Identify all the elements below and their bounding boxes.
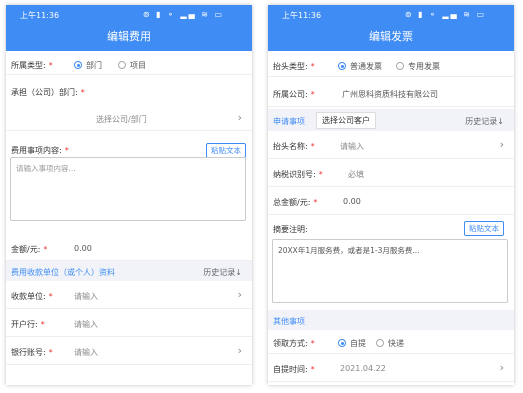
status-bar: 上午11:36 ⊚ ▮ ⚬ ▂▄ ≋ ▭ [6,5,252,23]
chevron-right-icon: › [499,138,504,151]
page-title: 编辑发票 [268,23,514,51]
status-icons: ⊚ ▮ ⚬ ▂▄ ≋ ▭ [404,10,486,19]
company-value[interactable]: 广州思科资质科技有限公司 [342,89,438,100]
company-row[interactable]: 所属公司: * 广州思科资质科技有限公司 [268,79,514,107]
account-label: 银行账号: [11,348,46,357]
radio-normal-invoice[interactable] [338,62,346,70]
dept-picker[interactable]: 选择公司/部门 › [6,107,252,131]
radio-special-invoice[interactable] [396,62,404,70]
bank-input[interactable]: 请输入 [74,319,98,330]
account-row[interactable]: 银行账号: * 请输入 › [6,337,252,365]
pickup-time-row[interactable]: 自提时间: * 2021.04.22 › [268,354,514,382]
paste-text-button[interactable]: 粘贴文本 [206,143,246,158]
header-name-row[interactable]: 抬头名称: * 请输入 › [268,131,514,159]
radio-self-pickup[interactable] [338,339,346,347]
payee-section-header: 费用收款单位（或个人）资料 历史记录↓ [6,261,252,281]
tax-id-row[interactable]: 纳税识别号: * 必填 [268,159,514,187]
bank-row[interactable]: 开户行: * 请输入 [6,309,252,337]
other-section-header: 其他事项 [268,310,514,330]
header-name-input[interactable]: 请输入 [340,141,364,152]
summary-input[interactable]: 20XX年1月服务费，或者是1-3月服务费... [272,239,508,303]
radio-dept-label[interactable]: 部门 [86,60,102,71]
total-value[interactable]: 0.00 [343,197,361,206]
pickup-time-value[interactable]: 2021.04.22 [340,364,386,373]
account-input[interactable]: 请输入 [74,347,98,358]
payee-section-title: 费用收款单位（或个人）资料 [11,268,115,277]
category-label: 所属类型: [11,61,46,70]
radio-project-label[interactable]: 项目 [130,60,146,71]
expense-edit-screen: 上午11:36 ⊚ ▮ ⚬ ▂▄ ≋ ▭ 编辑费用 所属类型: * 部门 项目 承… [6,5,252,385]
category-row: 所属类型: * 部门 项目 [6,53,252,75]
cost-content-label: 费用事项内容: [11,146,62,155]
chevron-right-icon: › [237,288,242,301]
company-label: 所属公司: [273,90,308,99]
pickup-row: 领取方式: * 自提 快递 [268,330,514,354]
amount-value[interactable]: 0.00 [74,244,92,253]
cost-content-input[interactable]: 请输入事项内容... [10,157,246,221]
payee-input[interactable]: 请输入 [74,291,98,302]
status-bar: 上午11:36 ⊚ ▮ ⚬ ▂▄ ≋ ▭ [268,5,514,23]
history-link[interactable]: 历史记录↓ [465,116,504,127]
bank-label: 开户行: [11,320,38,329]
dept-row: 承担（公司）部门: * [11,88,85,97]
header-name-label: 抬头名称: [273,142,308,151]
radio-project[interactable] [118,61,126,69]
radio-self-pickup-label[interactable]: 自提 [350,338,366,349]
radio-special-invoice-label[interactable]: 专用发票 [408,61,440,72]
chevron-right-icon: › [499,361,504,374]
header-type-label: 抬头类型: [273,62,308,71]
amount-row: 金额/元: * 0.00 [6,235,252,261]
total-label: 总金额/元: [273,198,311,207]
other-section-title: 其他事项 [273,317,305,326]
tax-id-input[interactable]: 必填 [348,169,364,180]
chevron-right-icon: › [237,111,242,124]
invoice-edit-screen: 上午11:36 ⊚ ▮ ⚬ ▂▄ ≋ ▭ 编辑发票 抬头类型: * 普通发票 专用… [268,5,514,385]
chevron-right-icon: › [237,344,242,357]
total-row: 总金额/元: * 0.00 [268,187,514,215]
dept-label: 承担（公司）部门: [11,88,78,97]
payee-row[interactable]: 收款单位: * 请输入 › [6,281,252,309]
pickup-time-label: 自提时间: [273,365,308,374]
status-icons: ⊚ ▮ ⚬ ▂▄ ≋ ▭ [142,10,224,19]
payee-label: 收款单位: [11,292,46,301]
tab-select-customer[interactable]: 选择公司客户 [316,112,376,129]
pickup-label: 领取方式: [273,339,308,348]
paste-text-button[interactable]: 粘贴文本 [464,221,504,236]
dept-value[interactable]: 选择公司/部门 [96,114,147,125]
page-title: 编辑费用 [6,23,252,51]
header-type-row: 抬头类型: * 普通发票 专用发票 [268,53,514,77]
status-time: 上午11:36 [20,11,60,20]
radio-express[interactable] [376,339,384,347]
tab-bar: 申请事项 选择公司客户 历史记录↓ [268,109,514,131]
tab-apply-items[interactable]: 申请事项 [273,116,305,127]
history-link[interactable]: 历史记录↓ [203,267,242,278]
summary-row: 摘要注明: 粘贴文本 [268,215,514,239]
status-time: 上午11:36 [282,11,322,20]
radio-express-label[interactable]: 快递 [388,338,404,349]
tax-id-label: 纳税识别号: [273,170,316,179]
summary-label: 摘要注明: [273,225,308,234]
radio-normal-invoice-label[interactable]: 普通发票 [350,61,382,72]
radio-dept[interactable] [74,61,82,69]
amount-label: 金额/元: [11,245,41,254]
